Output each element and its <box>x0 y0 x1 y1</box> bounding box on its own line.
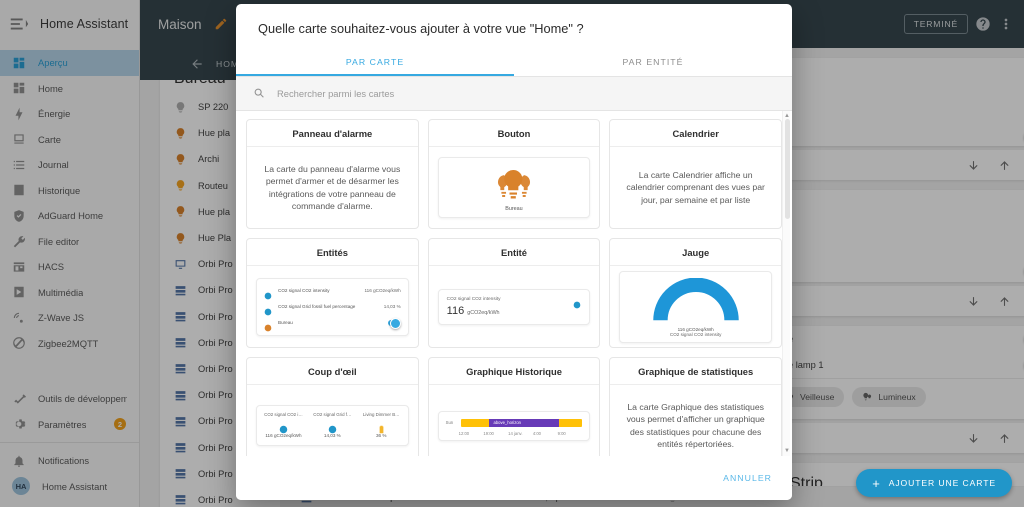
card-picker-grid: Panneau d'alarme La carte du panneau d'a… <box>246 119 782 456</box>
card-option-title: Entités <box>247 239 418 266</box>
card-option-description: La carte Graphique des statistiques vous… <box>626 401 765 449</box>
glance-name: Living Dimmer B… <box>362 412 400 417</box>
plus-icon: + <box>872 475 881 491</box>
card-option-entite[interactable]: Entité CO2 signal CO2 intensity 116 gCO2… <box>427 238 601 348</box>
glance-column: Living Dimmer B… 36 % <box>357 412 406 438</box>
scrollbar-thumb[interactable] <box>784 119 790 219</box>
card-option-title: Graphique Historique <box>428 358 600 385</box>
card-option-title: Panneau d'alarme <box>247 120 418 147</box>
button-card-preview: Bureau <box>437 157 591 218</box>
preview-row-name: Bureau <box>278 320 293 325</box>
axis-tick: 14 janv. <box>508 430 523 436</box>
card-option-calendrier[interactable]: Calendrier La carte Calendrier affiche u… <box>609 119 782 229</box>
axis-tick: 12:00 <box>458 430 470 436</box>
glance-value: 116 gCO2eq/kWh <box>265 433 302 438</box>
history-axis: 12:00 19:00 14 janv. 4:00 9:00 <box>446 431 583 436</box>
card-option-body: La carte Calendrier affiche un calendrie… <box>610 147 781 228</box>
card-search-bar <box>236 77 792 111</box>
glance-name: CO2 signal CO2 i… <box>264 412 303 417</box>
gauge-entity-label: CO2 signal CO2 intensity <box>669 331 722 337</box>
cancel-button[interactable]: ANNULER <box>723 473 772 483</box>
axis-tick: 19:00 <box>483 430 494 436</box>
dialog-tabs: PAR CARTE PAR ENTITÉ <box>236 50 792 77</box>
card-option-title: Calendrier <box>610 120 781 147</box>
card-option-title: Entité <box>428 239 600 266</box>
molecule-co2-icon <box>328 421 337 434</box>
card-option-description: La carte Calendrier affiche un calendrie… <box>626 169 765 205</box>
molecule-co2-icon <box>264 303 272 315</box>
glance-name: CO2 signal Grid f… <box>313 412 352 417</box>
glance-column: CO2 signal CO2 i… 116 gCO2eq/kWh <box>259 412 308 438</box>
history-state-label: above_horizon <box>493 419 521 425</box>
add-card-fab-label: AJOUTER UNE CARTE <box>888 478 996 488</box>
glance-card-preview: CO2 signal CO2 i… 116 gCO2eq/kWh CO2 sig… <box>256 405 409 446</box>
axis-tick: 9:00 <box>557 430 566 436</box>
preview-row: CO2 signal Grid fossil fuel percentage 1… <box>257 299 408 315</box>
lightbulb-group-icon <box>496 167 532 203</box>
card-option-entites[interactable]: Entités CO2 signal CO2 intensity 116 gCO… <box>246 238 419 348</box>
preview-entity-unit: gCO2eq/kWh <box>467 309 500 316</box>
app-root: Home Assistant Aperçu Home Énergie Carte <box>0 0 1024 507</box>
card-option-body: CO2 signal CO2 intensity 116 gCO2eq/kWh <box>429 266 600 347</box>
preview-entity-number: 116 <box>446 304 465 317</box>
dialog-title: Quelle carte souhaitez-vous ajouter à vo… <box>258 21 584 36</box>
preview-row: CO2 signal CO2 intensity 116 gCO2eq/kWh <box>257 283 408 299</box>
card-option-graphique-historique[interactable]: Graphique Historique Sun above_horizon 1… <box>427 357 601 456</box>
glance-value: 36 % <box>375 433 387 438</box>
search-icon <box>253 87 266 100</box>
card-option-body: La carte Graphique des statistiques vous… <box>610 385 781 456</box>
preview-toggle <box>387 318 401 329</box>
preview-row: Bureau <box>257 315 408 331</box>
preview-row-value: 116 gCO2eq/kWh <box>364 288 401 293</box>
preview-row-name: CO2 signal Grid fossil fuel percentage <box>278 304 356 309</box>
card-option-body: La carte du panneau d'alarme vous permet… <box>247 147 418 228</box>
tab-par-carte[interactable]: PAR CARTE <box>236 50 514 76</box>
entity-card-preview: CO2 signal CO2 intensity 116 gCO2eq/kWh <box>437 288 591 325</box>
card-option-title: Coup d'œil <box>247 358 418 385</box>
card-option-description: La carte du panneau d'alarme vous permet… <box>264 163 401 211</box>
card-option-jauge[interactable]: Jauge 116 gCO2eq/kWh CO2 signal CO2 inte… <box>609 238 782 348</box>
card-option-graphique-de-statistiques[interactable]: Graphique de statistiques La carte Graph… <box>609 357 782 456</box>
preview-entity-label: CO2 signal CO2 intensity <box>446 297 501 302</box>
card-option-title: Graphique de statistiques <box>610 358 781 385</box>
add-card-dialog: Quelle carte souhaitez-vous ajouter à vo… <box>236 4 792 500</box>
lightbulb-group-icon <box>264 319 272 331</box>
molecule-co2-icon <box>279 421 288 434</box>
card-option-panneau-d-alarme[interactable]: Panneau d'alarme La carte du panneau d'a… <box>246 119 419 229</box>
dialog-footer: ANNULER <box>236 456 792 500</box>
card-option-body: Bureau <box>429 147 600 228</box>
dialog-scrollbar[interactable]: ▲ ▼ <box>782 111 790 456</box>
card-option-title: Jauge <box>610 239 781 266</box>
search-input[interactable] <box>277 88 775 99</box>
card-option-coup-d-oeil[interactable]: Coup d'œil CO2 signal CO2 i… 116 gCO2eq/… <box>246 357 419 456</box>
molecule-co2-icon <box>264 287 272 299</box>
axis-tick: 4:00 <box>532 430 542 436</box>
card-option-body: CO2 signal CO2 intensity 116 gCO2eq/kWh … <box>247 266 418 347</box>
card-option-body: 116 gCO2eq/kWh CO2 signal CO2 intensity <box>610 266 781 347</box>
history-series-label: Sun <box>445 420 454 425</box>
card-option-bouton[interactable]: Bouton Bureau <box>427 119 601 229</box>
glance-value: 14,03 % <box>323 433 341 438</box>
card-option-body: Sun above_horizon 12:00 19:00 14 janv. 4… <box>429 385 600 456</box>
preview-row-value: 14,03 % <box>383 304 401 309</box>
card-picker-grid-container[interactable]: ▲ ▼ Panneau d'alarme La carte du panneau… <box>236 111 792 456</box>
tab-par-entite[interactable]: PAR ENTITÉ <box>514 50 792 76</box>
history-bar: above_horizon <box>460 418 583 427</box>
gauge-arc-icon <box>652 277 739 321</box>
history-graph-card-preview: Sun above_horizon 12:00 19:00 14 janv. 4… <box>437 410 591 441</box>
battery-icon <box>377 421 386 434</box>
caret-down-icon[interactable]: ▼ <box>784 448 790 454</box>
molecule-co2-icon <box>573 296 581 308</box>
preview-row-name: CO2 signal CO2 intensity <box>278 288 330 293</box>
entities-card-preview: CO2 signal CO2 intensity 116 gCO2eq/kWh … <box>256 277 409 336</box>
card-option-body: CO2 signal CO2 i… 116 gCO2eq/kWh CO2 sig… <box>247 385 418 456</box>
add-card-fab[interactable]: + AJOUTER UNE CARTE <box>856 469 1012 497</box>
gauge-card-preview: 116 gCO2eq/kWh CO2 signal CO2 intensity <box>619 270 772 343</box>
glance-column: CO2 signal Grid f… 14,03 % <box>308 412 357 438</box>
button-card-preview-caption: Bureau <box>505 206 523 212</box>
card-option-title: Bouton <box>428 120 600 147</box>
